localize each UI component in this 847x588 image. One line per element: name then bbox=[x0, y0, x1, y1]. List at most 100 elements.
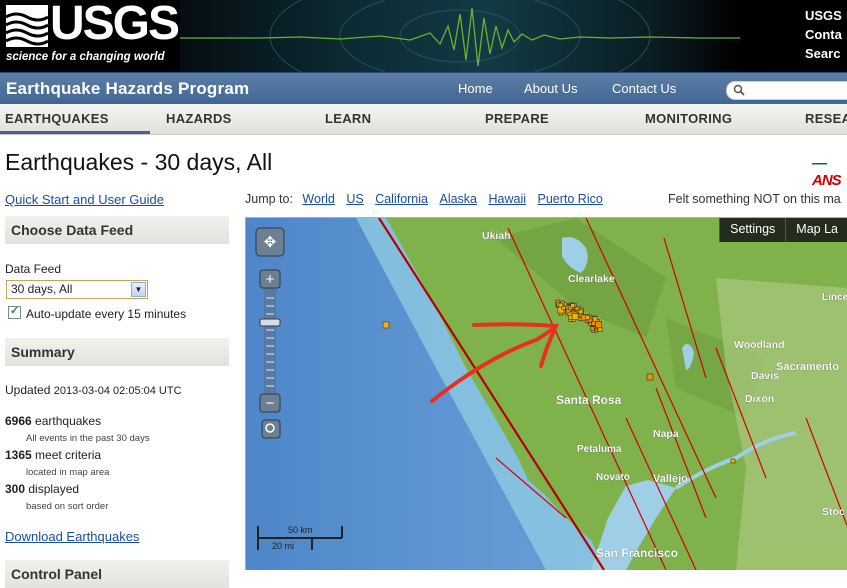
stat-sub: All events in the past 30 days bbox=[26, 433, 150, 444]
place-vallejo: Vallejo bbox=[653, 473, 688, 485]
updated-timestamp: 2013-03-04 02:05:04 UTC bbox=[53, 385, 182, 397]
usgs-logo[interactable]: USGS science for a changing world bbox=[0, 0, 180, 72]
scale-km-label: 50 km bbox=[288, 525, 313, 535]
summary-header[interactable]: Summary bbox=[5, 338, 229, 366]
stat-count: 1365 bbox=[5, 448, 32, 462]
place-novato: Novato bbox=[596, 472, 630, 483]
felt-something-link[interactable]: Felt something NOT on this ma bbox=[668, 192, 841, 206]
download-earthquakes-link[interactable]: Download Earthquakes bbox=[5, 529, 139, 544]
place-napa: Napa bbox=[653, 428, 679, 440]
program-bar: Earthquake Hazards Program Home About Us… bbox=[0, 72, 847, 105]
main-tabs: EARTHQUAKES HAZARDS LEARN PREPARE MONITO… bbox=[0, 104, 847, 135]
ans-swoosh-icon: — bbox=[812, 155, 827, 172]
updated-label: Updated bbox=[5, 383, 51, 397]
earthquake-map[interactable]: Ukiah Clearlake Lince Woodland Davis Sac… bbox=[245, 217, 847, 570]
stat-count: 300 bbox=[5, 482, 26, 496]
earthquake-marker[interactable] bbox=[382, 321, 390, 329]
zoom-thumb[interactable] bbox=[259, 318, 281, 327]
control-panel-header[interactable]: Control Panel bbox=[5, 560, 229, 588]
earthquake-marker[interactable] bbox=[565, 308, 571, 314]
check-icon: ✓ bbox=[10, 305, 20, 317]
place-santa-rosa: Santa Rosa bbox=[556, 393, 622, 407]
map-layers-button[interactable]: Map La bbox=[785, 218, 847, 242]
quick-link-usgs[interactable]: USGS bbox=[805, 6, 842, 25]
data-feed-select[interactable]: 30 days, All ▼ bbox=[6, 280, 148, 299]
earthquake-marker[interactable] bbox=[590, 326, 595, 332]
usgs-banner: USGS science for a changing world USGS C… bbox=[0, 0, 847, 72]
place-stockton: Stoc bbox=[822, 506, 845, 518]
place-ukiah: Ukiah bbox=[482, 230, 511, 242]
map-settings-button[interactable]: Settings bbox=[719, 218, 786, 242]
nav-about-us[interactable]: About Us bbox=[524, 81, 577, 96]
earthquake-marker[interactable] bbox=[730, 458, 736, 464]
jump-puerto-rico[interactable]: Puerto Rico bbox=[538, 192, 603, 206]
map-toolbar: Settings Map La bbox=[719, 218, 847, 242]
zoom-box-button[interactable] bbox=[261, 419, 281, 439]
nav-home[interactable]: Home bbox=[458, 81, 493, 96]
stat-sub: based on sort order bbox=[26, 501, 109, 512]
tab-prepare[interactable]: PREPARE bbox=[485, 111, 549, 126]
tab-research[interactable]: RESEA bbox=[805, 111, 847, 126]
search-icon bbox=[733, 84, 745, 96]
earthquake-marker[interactable] bbox=[570, 303, 575, 308]
usgs-tagline: science for a changing world bbox=[6, 51, 165, 63]
data-feed-selected: 30 days, All bbox=[11, 282, 73, 296]
quick-link-contact[interactable]: Conta bbox=[805, 25, 842, 44]
pan-arrows-icon: ✥ bbox=[264, 233, 277, 251]
earthquake-marker[interactable] bbox=[591, 321, 596, 326]
earthquake-marker[interactable] bbox=[646, 373, 654, 381]
nav-contact-us[interactable]: Contact Us bbox=[612, 81, 676, 96]
usgs-quick-links: USGS Conta Searc bbox=[805, 6, 842, 63]
place-sacramento: Sacramento bbox=[776, 361, 839, 373]
ans-badge[interactable]: —ANS bbox=[812, 155, 847, 189]
tab-hazards[interactable]: HAZARDS bbox=[166, 111, 232, 126]
place-davis: Davis bbox=[751, 370, 779, 382]
place-woodland: Woodland bbox=[734, 339, 785, 351]
stat-label: earthquakes bbox=[35, 414, 102, 428]
tab-learn[interactable]: LEARN bbox=[325, 111, 371, 126]
jump-alaska[interactable]: Alaska bbox=[439, 192, 477, 206]
minus-icon: − bbox=[266, 395, 275, 412]
place-dixon: Dixon bbox=[745, 393, 774, 405]
earthquake-marker[interactable] bbox=[571, 313, 579, 320]
earthquake-marker[interactable] bbox=[574, 306, 580, 312]
stat-label: meet criteria bbox=[35, 448, 102, 462]
usgs-wave-mark-icon bbox=[6, 5, 48, 47]
data-feed-label: Data Feed bbox=[5, 262, 62, 276]
jump-label: Jump to: bbox=[245, 192, 293, 206]
earthquake-marker[interactable] bbox=[595, 321, 602, 329]
updated-line: Updated 2013-03-04 02:05:04 UTC bbox=[5, 383, 182, 397]
ans-badge-text: ANS bbox=[812, 172, 842, 189]
plus-icon: + bbox=[266, 271, 275, 288]
pan-control[interactable]: ✥ bbox=[255, 227, 285, 257]
tab-earthquakes[interactable]: EARTHQUAKES bbox=[5, 111, 109, 126]
search-input[interactable] bbox=[726, 81, 847, 100]
usgs-logo-text: USGS bbox=[50, 0, 180, 50]
quick-start-guide-link[interactable]: Quick Start and User Guide bbox=[5, 192, 164, 207]
quick-link-search[interactable]: Searc bbox=[805, 44, 842, 63]
jump-us[interactable]: US bbox=[346, 192, 363, 206]
earthquake-marker[interactable] bbox=[585, 314, 590, 320]
seismogram-graphic bbox=[180, 0, 740, 72]
jump-california[interactable]: California bbox=[375, 192, 428, 206]
stat-meet-criteria: 1365 meet criteria bbox=[5, 448, 101, 462]
place-petaluma: Petaluma bbox=[577, 444, 622, 455]
scale-mi-label: 20 mi bbox=[272, 541, 294, 551]
map-canvas[interactable]: Ukiah Clearlake Lince Woodland Davis Sac… bbox=[246, 218, 847, 570]
earthquake-marker[interactable] bbox=[578, 309, 584, 315]
stat-earthquakes: 6966 earthquakes bbox=[5, 414, 101, 428]
stat-displayed: 300 displayed bbox=[5, 482, 79, 496]
stat-label: displayed bbox=[28, 482, 80, 496]
jump-hawaii[interactable]: Hawaii bbox=[489, 192, 527, 206]
seismogram-icon bbox=[180, 0, 740, 72]
earthquake-marker[interactable] bbox=[558, 302, 564, 308]
choose-data-feed-header[interactable]: Choose Data Feed bbox=[5, 216, 229, 244]
auto-update-checkbox[interactable]: ✓ bbox=[8, 305, 21, 319]
earthquake-marker[interactable] bbox=[597, 327, 603, 332]
active-tab-indicator bbox=[0, 131, 150, 134]
auto-update-row: ✓ Auto-update every 15 minutes bbox=[8, 305, 186, 321]
program-title[interactable]: Earthquake Hazards Program bbox=[6, 79, 249, 99]
place-san-francisco: San Francisco bbox=[596, 546, 678, 560]
jump-world[interactable]: World bbox=[302, 192, 334, 206]
tab-monitoring[interactable]: MONITORING bbox=[645, 111, 732, 126]
